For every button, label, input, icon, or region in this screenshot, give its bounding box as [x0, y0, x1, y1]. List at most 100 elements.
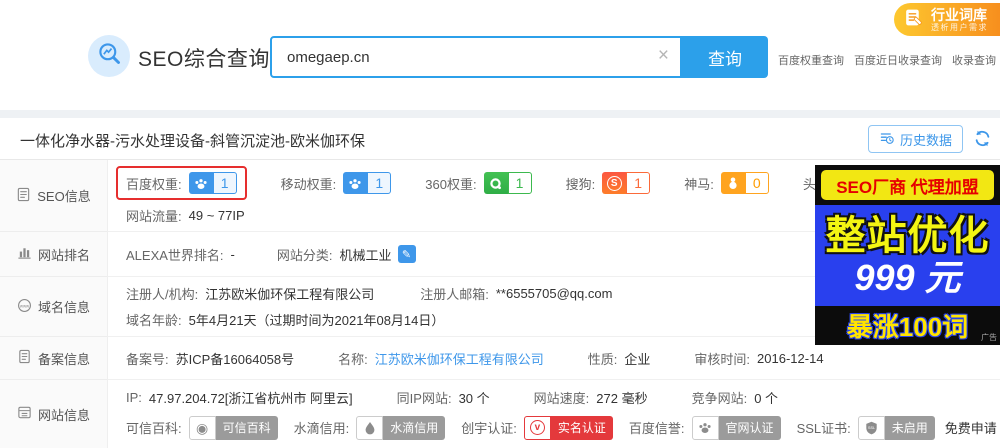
sidebar-item-icp-info[interactable]: 备案信息 — [0, 337, 107, 380]
free-apply-link[interactable]: 免费申请 — [945, 418, 997, 437]
shuidi-cert-badge[interactable]: 水滴信用 — [356, 415, 446, 440]
sogou-weight-badge[interactable]: S 1 — [602, 172, 651, 194]
ad-banner[interactable]: SEO厂商 代理加盟 整站优化 999 元 暴涨100词 广告 — [815, 165, 1000, 345]
sidebar-item-domain-info[interactable]: www 域名信息 — [0, 277, 107, 337]
row-site-info: IP: 47.97.204.72[浙江省杭州市 阿里云] 同IP网站: 30 个… — [108, 380, 1000, 448]
baidu-weight-label: 百度权重: — [126, 176, 182, 192]
ad-main-text: 整站优化 — [825, 213, 990, 258]
svg-text:SSL: SSL — [868, 426, 875, 430]
competitor-label: 竞争网站: — [691, 391, 748, 407]
baidu-weight-badge[interactable]: 1 — [188, 172, 237, 194]
icp-audit-pair: 审核时间: 2016-12-14 — [694, 349, 823, 368]
same-ip-value: 30 个 — [458, 391, 490, 407]
alexa-label: ALEXA世界排名: — [126, 247, 224, 263]
registrant-label: 注册人/机构: — [126, 287, 199, 302]
ip-line: IP: 47.97.204.72[浙江省杭州市 阿里云] 同IP网站: 30 个… — [126, 388, 1000, 407]
icp-number-label: 备案号: — [126, 351, 169, 367]
sidebar-item-site-info[interactable]: 网站信息 — [0, 380, 107, 448]
baidu-paw-gray-icon — [691, 415, 719, 440]
ad-tag: 广告 — [981, 333, 997, 342]
icp-nature-value: 企业 — [624, 351, 651, 367]
site-info-list-icon — [17, 405, 32, 423]
icp-audit-value: 2016-12-14 — [757, 350, 824, 366]
chuangyu-pair: 创宇认证: v 实名认证 — [461, 415, 613, 440]
cert-line: 可信百科: ◉ 可信百科 水滴信用: 水滴信用 创宇认证: v 实名认证 百度信… — [126, 415, 1000, 440]
mobile-weight-group: 移动权重: 1 — [281, 172, 392, 194]
sidebar-item-seo-info[interactable]: SEO信息 — [0, 160, 107, 232]
header: SEO综合查询 × 查询 百度权重查询 百度近日收录查询 收录查询 行业词库 透… — [0, 0, 1000, 110]
baidu-xinyu-cert-badge[interactable]: 官网认证 — [691, 415, 781, 440]
shuidi-label: 水滴信用: — [293, 421, 350, 437]
same-ip-label: 同IP网站: — [396, 391, 452, 407]
so360-weight-group: 360权重: 1 — [425, 172, 532, 194]
icp-number-pair: 备案号: 苏ICP备16064058号 — [126, 349, 294, 368]
so360-weight-badge[interactable]: 1 — [483, 172, 532, 194]
industry-lexicon-ribbon[interactable]: 行业词库 透析用户需求 — [894, 3, 1000, 36]
search-input[interactable] — [270, 36, 682, 78]
mobile-weight-value: 1 — [367, 172, 392, 194]
category-pair: 网站分类: 机械工业 ✎ — [277, 245, 416, 264]
registrant-pair: 注册人/机构: 江苏欧米伽环保工程有限公司 — [126, 284, 374, 303]
chuangyu-cert-badge[interactable]: v 实名认证 — [523, 415, 613, 440]
shenma-weight-badge[interactable]: 0 — [720, 172, 769, 194]
sogou-weight-value: 1 — [626, 172, 651, 194]
baidu-xinyu-cert-tag: 官网认证 — [718, 415, 781, 440]
ad-headline: SEO厂商 代理加盟 — [821, 170, 994, 200]
ip-value: 47.97.204.72[浙江省杭州市 阿里云] — [148, 391, 353, 407]
divider-strip — [0, 110, 1000, 118]
baidu-paw-icon — [343, 172, 368, 194]
magnifier-trend-icon — [96, 40, 123, 72]
icp-name-link[interactable]: 江苏欧米伽环保工程有限公司 — [375, 349, 544, 368]
ribbon-title: 行业词库 — [931, 7, 987, 23]
sidebar: SEO信息 网站排名 www 域名信息 备案信息 网站信息 — [0, 160, 108, 448]
icp-audit-label: 审核时间: — [694, 351, 751, 367]
domain-age-label: 域名年龄: — [126, 313, 182, 328]
domain-age-value: 5年4月21天（过期时间为2021年08月14日） — [188, 313, 445, 328]
registrant-email-label: 注册人邮箱: — [420, 287, 489, 302]
shuidi-pair: 水滴信用: 水滴信用 — [293, 415, 446, 440]
ribbon-subtitle: 透析用户需求 — [931, 23, 988, 32]
ip-pair: IP: 47.97.204.72[浙江省杭州市 阿里云] — [126, 388, 353, 407]
shenma-snowman-icon — [720, 172, 745, 194]
mobile-weight-badge[interactable]: 1 — [343, 172, 392, 194]
history-data-button[interactable]: 历史数据 — [867, 125, 963, 153]
top-link-index-query[interactable]: 收录查询 — [952, 52, 996, 68]
icp-nature-pair: 性质: 企业 — [588, 349, 651, 368]
lexicon-doc-icon — [903, 7, 924, 33]
shuidi-cert-tag: 水滴信用 — [383, 415, 446, 440]
ad-middle: 整站优化 999 元 — [815, 205, 1000, 306]
ad-bottom-text: 暴涨100词 — [846, 312, 969, 342]
top-link-baidu-recent-index[interactable]: 百度近日收录查询 — [854, 52, 942, 68]
sidebar-item-label: 网站排名 — [37, 247, 90, 263]
competitor-value: 0 个 — [754, 391, 779, 407]
category-label: 网站分类: — [276, 247, 333, 263]
same-ip-pair: 同IP网站: 30 个 — [397, 388, 490, 407]
icp-name-pair: 名称: 江苏欧米伽环保工程有限公司 — [338, 349, 544, 368]
seo-info-doc-icon — [16, 187, 31, 205]
baike-cert-badge[interactable]: ◉ 可信百科 — [188, 415, 278, 440]
ssl-cert-badge[interactable]: SSL 未启用 — [857, 415, 935, 440]
search-box: × — [270, 36, 682, 78]
top-links: 百度权重查询 百度近日收录查询 收录查询 — [778, 52, 996, 68]
edit-category-icon[interactable]: ✎ — [397, 245, 416, 263]
icp-doc-icon — [17, 349, 32, 367]
titlebar: 一体化净水器-污水处理设备-斜管沉淀池-欧米伽环保 历史数据 — [0, 118, 1000, 160]
sidebar-item-site-rank[interactable]: 网站排名 — [0, 232, 107, 277]
baidu-weight-value: 1 — [212, 172, 237, 194]
baike-label: 可信百科: — [126, 421, 182, 437]
so360-weight-label: 360权重: — [425, 176, 477, 192]
icp-line: 备案号: 苏ICP备16064058号 名称: 江苏欧米伽环保工程有限公司 性质… — [126, 349, 1000, 368]
sogou-weight-label: 搜狗: — [565, 176, 596, 192]
refresh-icon[interactable] — [973, 129, 993, 149]
top-link-baidu-weight[interactable]: 百度权重查询 — [778, 52, 844, 68]
query-button[interactable]: 查询 — [682, 36, 768, 78]
clear-icon[interactable]: × — [658, 45, 669, 67]
registrant-email-value: **6555705@qq.com — [495, 286, 613, 301]
icp-number-value: 苏ICP备16064058号 — [175, 351, 295, 367]
registrant-value: 江苏欧米伽环保工程有限公司 — [205, 287, 375, 302]
svg-text:www: www — [20, 303, 30, 308]
bar-chart-icon — [17, 245, 32, 263]
sogou-weight-group: 搜狗: S 1 — [566, 172, 651, 194]
ad-price: 999 元 — [854, 256, 961, 298]
shenma-weight-value: 0 — [744, 172, 769, 194]
